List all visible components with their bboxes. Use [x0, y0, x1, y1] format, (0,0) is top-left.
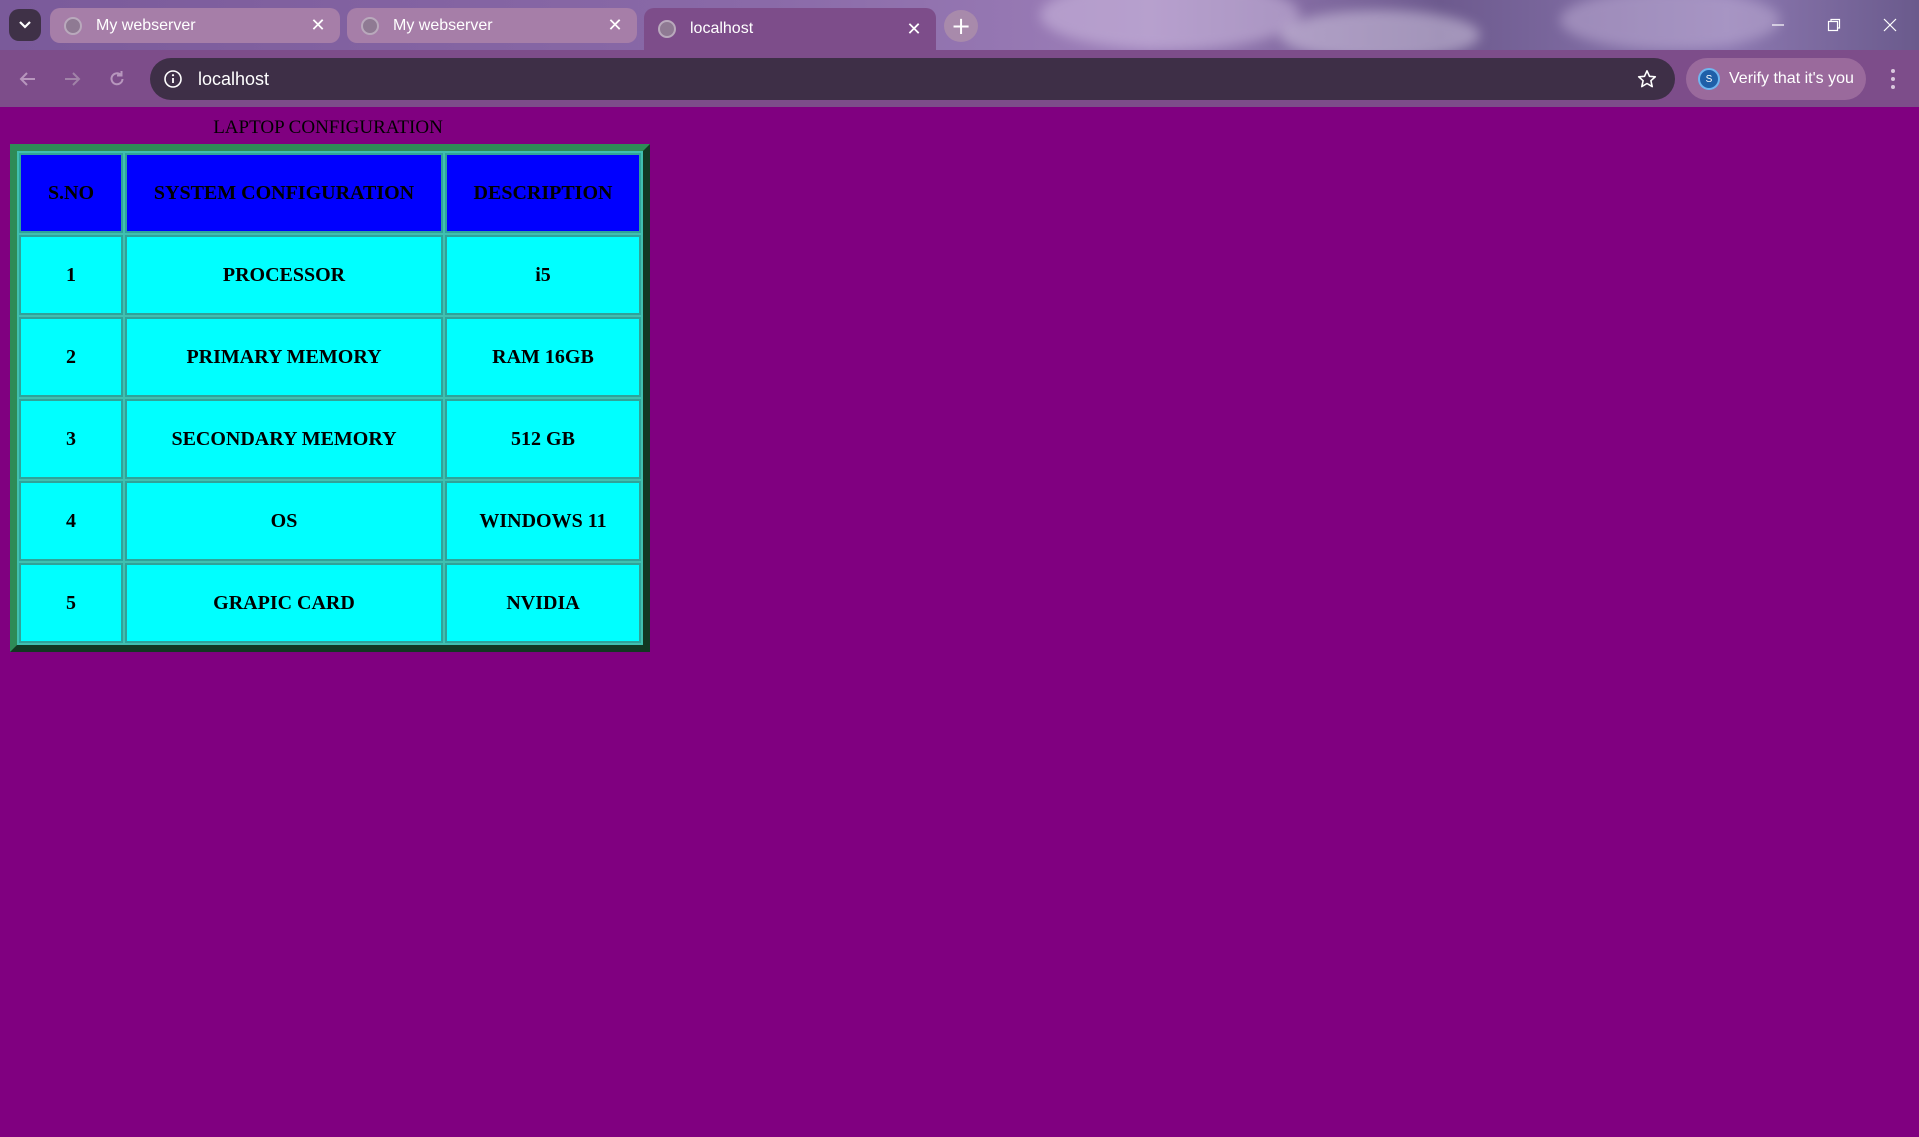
- cell-sno: 4: [19, 481, 123, 561]
- tab-localhost[interactable]: localhost ✕: [644, 8, 936, 50]
- table-row: 5 GRAPIC CARD NVIDIA: [19, 563, 641, 643]
- background-cloud: [1560, 0, 1780, 50]
- table-caption: LAPTOP CONFIGURATION: [213, 117, 443, 138]
- cell-description: RAM 16GB: [445, 317, 641, 397]
- table-row: 1 PROCESSOR i5: [19, 235, 641, 315]
- arrow-right-icon: [65, 72, 81, 86]
- globe-icon: [658, 20, 676, 38]
- back-button[interactable]: [13, 64, 43, 94]
- background-cloud: [1040, 0, 1300, 50]
- header-description: DESCRIPTION: [445, 153, 641, 233]
- header-system-configuration: SYSTEM CONFIGURATION: [125, 153, 443, 233]
- cell-description: NVIDIA: [445, 563, 641, 643]
- url-text[interactable]: localhost: [198, 69, 1635, 90]
- cell-description: i5: [445, 235, 641, 315]
- table-row: 2 PRIMARY MEMORY RAM 16GB: [19, 317, 641, 397]
- tab-strip: My webserver ✕ My webserver ✕ localhost …: [0, 0, 1919, 50]
- cell-sno: 3: [19, 399, 123, 479]
- globe-icon: [64, 16, 82, 35]
- minimize-icon: [1772, 24, 1784, 26]
- table-header-row: S.NO SYSTEM CONFIGURATION DESCRIPTION: [19, 153, 641, 233]
- info-icon[interactable]: [162, 68, 184, 90]
- restore-icon: [1827, 18, 1841, 32]
- close-window-button[interactable]: [1862, 0, 1918, 50]
- plus-icon: +: [950, 12, 972, 40]
- minimize-button[interactable]: [1750, 0, 1806, 50]
- reload-icon: [110, 71, 124, 86]
- tab-title: My webserver: [96, 16, 196, 34]
- reload-button[interactable]: [102, 64, 132, 94]
- tab-my-webserver-2[interactable]: My webserver ✕: [347, 8, 637, 43]
- chevron-down-icon: [19, 21, 31, 29]
- cell-description: 512 GB: [445, 399, 641, 479]
- address-bar[interactable]: localhost: [150, 58, 1675, 100]
- new-tab-button[interactable]: +: [944, 10, 978, 42]
- cell-configuration: GRAPIC CARD: [125, 563, 443, 643]
- forward-button[interactable]: [57, 64, 87, 94]
- page-content: LAPTOP CONFIGURATION S.NO SYSTEM CONFIGU…: [0, 107, 1919, 1137]
- globe-icon: [361, 16, 379, 35]
- background-cloud: [1280, 10, 1480, 50]
- close-icon[interactable]: ✕: [605, 15, 625, 36]
- arrow-left-icon: [19, 72, 35, 86]
- tab-title: My webserver: [393, 16, 493, 34]
- restore-button[interactable]: [1806, 0, 1862, 50]
- more-menu-icon[interactable]: [1880, 64, 1906, 94]
- verify-account-button[interactable]: S Verify that it's you: [1686, 58, 1866, 100]
- cell-sno: 2: [19, 317, 123, 397]
- cell-configuration: SECONDARY MEMORY: [125, 399, 443, 479]
- header-sno: S.NO: [19, 153, 123, 233]
- tab-search-button[interactable]: [9, 9, 41, 41]
- bookmark-star-icon[interactable]: [1635, 67, 1659, 91]
- verify-label: Verify that it's you: [1729, 70, 1854, 87]
- laptop-configuration-table: S.NO SYSTEM CONFIGURATION DESCRIPTION 1 …: [10, 144, 650, 652]
- tab-title: localhost: [690, 20, 754, 37]
- cell-description: WINDOWS 11: [445, 481, 641, 561]
- cell-configuration: PRIMARY MEMORY: [125, 317, 443, 397]
- cell-sno: 1: [19, 235, 123, 315]
- table-row: 4 OS WINDOWS 11: [19, 481, 641, 561]
- avatar: S: [1698, 68, 1720, 90]
- tab-my-webserver-1[interactable]: My webserver ✕: [50, 8, 340, 43]
- close-icon: [1883, 18, 1897, 32]
- table-row: 3 SECONDARY MEMORY 512 GB: [19, 399, 641, 479]
- cell-configuration: OS: [125, 481, 443, 561]
- close-icon[interactable]: ✕: [904, 19, 924, 39]
- browser-toolbar: localhost S Verify that it's you: [0, 50, 1919, 107]
- cell-configuration: PROCESSOR: [125, 235, 443, 315]
- cell-sno: 5: [19, 563, 123, 643]
- close-icon[interactable]: ✕: [308, 15, 328, 36]
